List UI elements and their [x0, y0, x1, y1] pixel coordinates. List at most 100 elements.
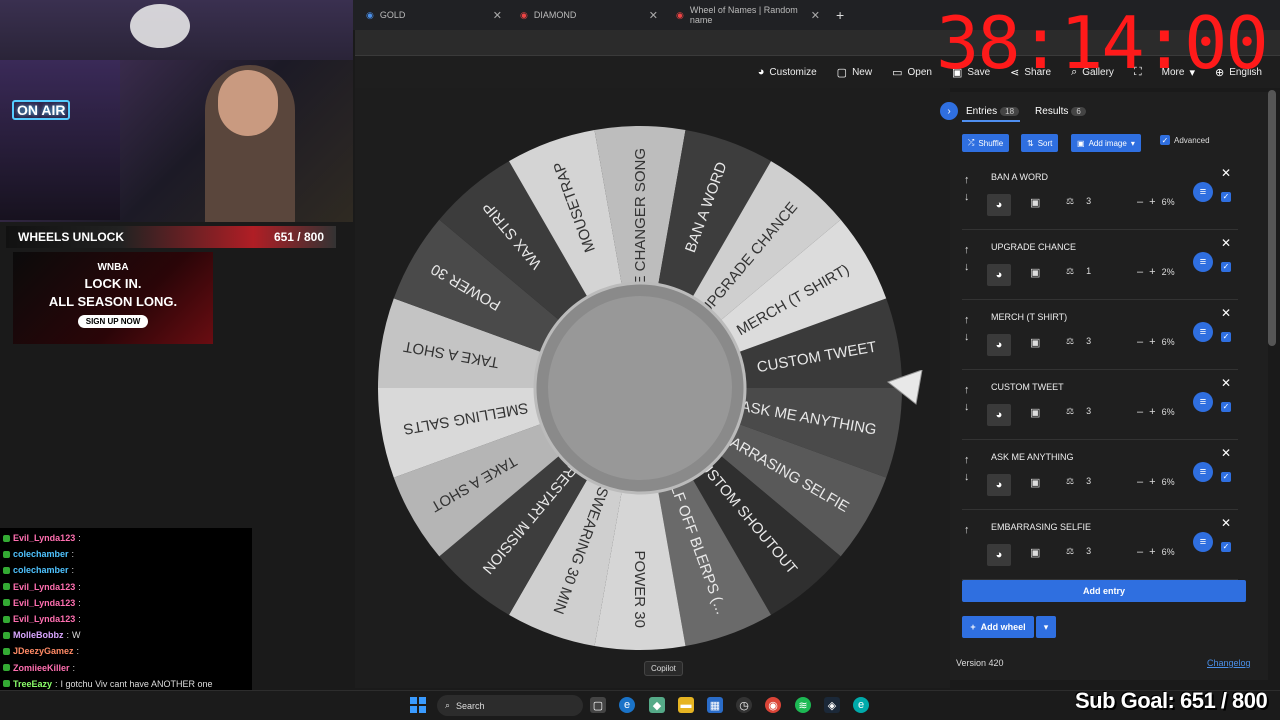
entry-name[interactable]: ASK ME ANYTHING	[991, 452, 1074, 462]
settings-sliders-icon[interactable]: ≡	[1193, 182, 1213, 202]
chat-username[interactable]: Evil_Lynda123	[13, 533, 75, 543]
minus-icon[interactable]: –	[1137, 196, 1143, 208]
reorder-arrows[interactable]: ↑ ↓	[964, 172, 970, 206]
plus-icon[interactable]: +	[1149, 266, 1155, 278]
wnba-ad[interactable]: WNBA LOCK IN. ALL SEASON LONG. SIGN UP N…	[13, 252, 213, 344]
minus-icon[interactable]: –	[1137, 336, 1143, 348]
spin-wheel[interactable]: CUSTOM TWEETASK ME ANYTHINGEMBARRASING S…	[375, 123, 905, 653]
customize-button[interactable]: ◕ Customize	[758, 66, 817, 78]
entry-name[interactable]: CUSTOM TWEET	[991, 382, 1064, 392]
palette-icon[interactable]: ◕	[987, 194, 1011, 216]
reorder-arrows[interactable]: ↑ ↓	[964, 242, 970, 276]
palette-icon[interactable]: ◕	[987, 474, 1011, 496]
open-button[interactable]: ▭ Open	[892, 66, 932, 79]
entry-weight[interactable]: 3	[1086, 476, 1091, 487]
chat-username[interactable]: Evil_Lynda123	[13, 582, 75, 592]
reorder-arrows[interactable]: ↑ ↓	[964, 452, 970, 486]
checkbox-icon[interactable]: ✓	[1221, 401, 1231, 412]
reorder-arrows[interactable]: ↑ ↓	[964, 312, 970, 346]
close-icon[interactable]: ✕	[1221, 306, 1231, 320]
checkbox-icon[interactable]: ✓	[1221, 471, 1231, 482]
entry-weight[interactable]: 1	[1086, 266, 1091, 277]
chat-username[interactable]: Evil_Lynda123	[13, 598, 75, 608]
collapse-panel-icon[interactable]: ›	[940, 102, 958, 120]
close-icon[interactable]: ✕	[1221, 446, 1231, 460]
plus-icon[interactable]: +	[1149, 546, 1155, 558]
minus-icon[interactable]: –	[1137, 406, 1143, 418]
task-view-icon[interactable]: ▢	[590, 697, 606, 713]
image-icon[interactable]: ▣	[1030, 196, 1040, 209]
plus-icon[interactable]: +	[1149, 196, 1155, 208]
windows-start-icon[interactable]	[410, 697, 426, 713]
tab-entries[interactable]: Entries 18	[966, 106, 1020, 117]
reorder-arrows[interactable]: ↑ ↓	[964, 382, 970, 416]
settings-sliders-icon[interactable]: ≡	[1193, 252, 1213, 272]
close-icon[interactable]: ✕	[1221, 376, 1231, 390]
checkbox-icon[interactable]: ✓	[1221, 331, 1231, 342]
palette-icon[interactable]: ◕	[987, 404, 1011, 426]
add-wheel-button[interactable]: + Add wheel	[962, 616, 1034, 638]
chat-username[interactable]: TreeEazy	[13, 679, 52, 689]
chrome-icon[interactable]: ◉	[765, 697, 781, 713]
entry-name[interactable]: UPGRADE CHANCE	[991, 242, 1076, 252]
store-icon[interactable]: ▦	[707, 697, 723, 713]
minus-icon[interactable]: –	[1137, 476, 1143, 488]
image-icon[interactable]: ▣	[1030, 546, 1040, 559]
chat-username[interactable]: JDeezyGamez	[13, 646, 74, 656]
tab-diamond[interactable]: ◉ DIAMOND ✕	[512, 4, 662, 26]
add-image-button[interactable]: ▣ Add image ▾	[1071, 134, 1141, 152]
spotify-icon[interactable]: ≋	[795, 697, 811, 713]
plus-icon[interactable]: +	[1149, 336, 1155, 348]
palette-icon[interactable]: ◕	[987, 264, 1011, 286]
image-icon[interactable]: ▣	[1030, 406, 1040, 419]
edge-dev-icon[interactable]: e	[853, 697, 869, 713]
minus-icon[interactable]: –	[1137, 546, 1143, 558]
image-icon[interactable]: ▣	[1030, 336, 1040, 349]
edge-icon[interactable]: e	[619, 697, 635, 713]
entry-weight[interactable]: 3	[1086, 406, 1091, 417]
plus-icon[interactable]: +	[1149, 476, 1155, 488]
copilot-icon[interactable]: ◆	[649, 697, 665, 713]
ad-signup-button[interactable]: SIGN UP NOW	[77, 315, 149, 328]
file-explorer-icon[interactable]: ▬	[678, 697, 694, 713]
sort-button[interactable]: ⇅ Sort	[1021, 134, 1059, 152]
chat-username[interactable]: Evil_Lynda123	[13, 614, 75, 624]
settings-sliders-icon[interactable]: ≡	[1193, 322, 1213, 342]
entry-name[interactable]: EMBARRASING SELFIE	[991, 522, 1091, 532]
settings-sliders-icon[interactable]: ≡	[1193, 392, 1213, 412]
close-icon[interactable]: ✕	[1221, 166, 1231, 180]
new-tab-button[interactable]: +	[828, 4, 848, 26]
entry-weight[interactable]: 3	[1086, 336, 1091, 347]
palette-icon[interactable]: ◕	[987, 334, 1011, 356]
checkbox-icon[interactable]: ✓	[1221, 541, 1231, 552]
checkbox-icon[interactable]: ✓	[1221, 191, 1231, 202]
entry-name[interactable]: MERCH (T SHIRT)	[991, 312, 1067, 322]
image-icon[interactable]: ▣	[1030, 266, 1040, 279]
page-scrollbar[interactable]	[1268, 90, 1276, 346]
changelog-link[interactable]: Changelog	[1207, 658, 1251, 668]
close-icon[interactable]: ✕	[1221, 516, 1231, 530]
checkbox-icon[interactable]: ✓	[1160, 135, 1170, 145]
steam-icon[interactable]: ◈	[824, 697, 840, 713]
new-button[interactable]: ▢ New	[837, 66, 872, 79]
entry-weight[interactable]: 3	[1086, 546, 1091, 557]
tab-wheel-of-names[interactable]: ◉ Wheel of Names | Random name ✕	[668, 4, 824, 26]
add-wheel-dropdown[interactable]: ▾	[1036, 616, 1056, 638]
close-icon[interactable]: ✕	[1221, 236, 1231, 250]
chat-username[interactable]: MolleBobbz	[13, 630, 64, 640]
tab-gold[interactable]: ◉ GOLD ✕	[358, 4, 506, 26]
plus-icon[interactable]: +	[1149, 406, 1155, 418]
add-entry-button[interactable]: Add entry	[962, 580, 1246, 602]
reorder-arrows[interactable]: ↑	[964, 522, 970, 539]
taskbar-search[interactable]: ⌕ Search	[437, 695, 583, 716]
palette-icon[interactable]: ◕	[987, 544, 1011, 566]
entry-weight[interactable]: 3	[1086, 196, 1091, 207]
image-icon[interactable]: ▣	[1030, 476, 1040, 489]
chat-username[interactable]: colechamber	[13, 565, 69, 575]
settings-sliders-icon[interactable]: ≡	[1193, 532, 1213, 552]
settings-sliders-icon[interactable]: ≡	[1193, 462, 1213, 482]
chat-username[interactable]: ZomiieeKiller	[13, 663, 70, 673]
close-tab-icon[interactable]: ✕	[649, 9, 658, 22]
clock-app-icon[interactable]: ◷	[736, 697, 752, 713]
close-tab-icon[interactable]: ✕	[811, 9, 820, 22]
